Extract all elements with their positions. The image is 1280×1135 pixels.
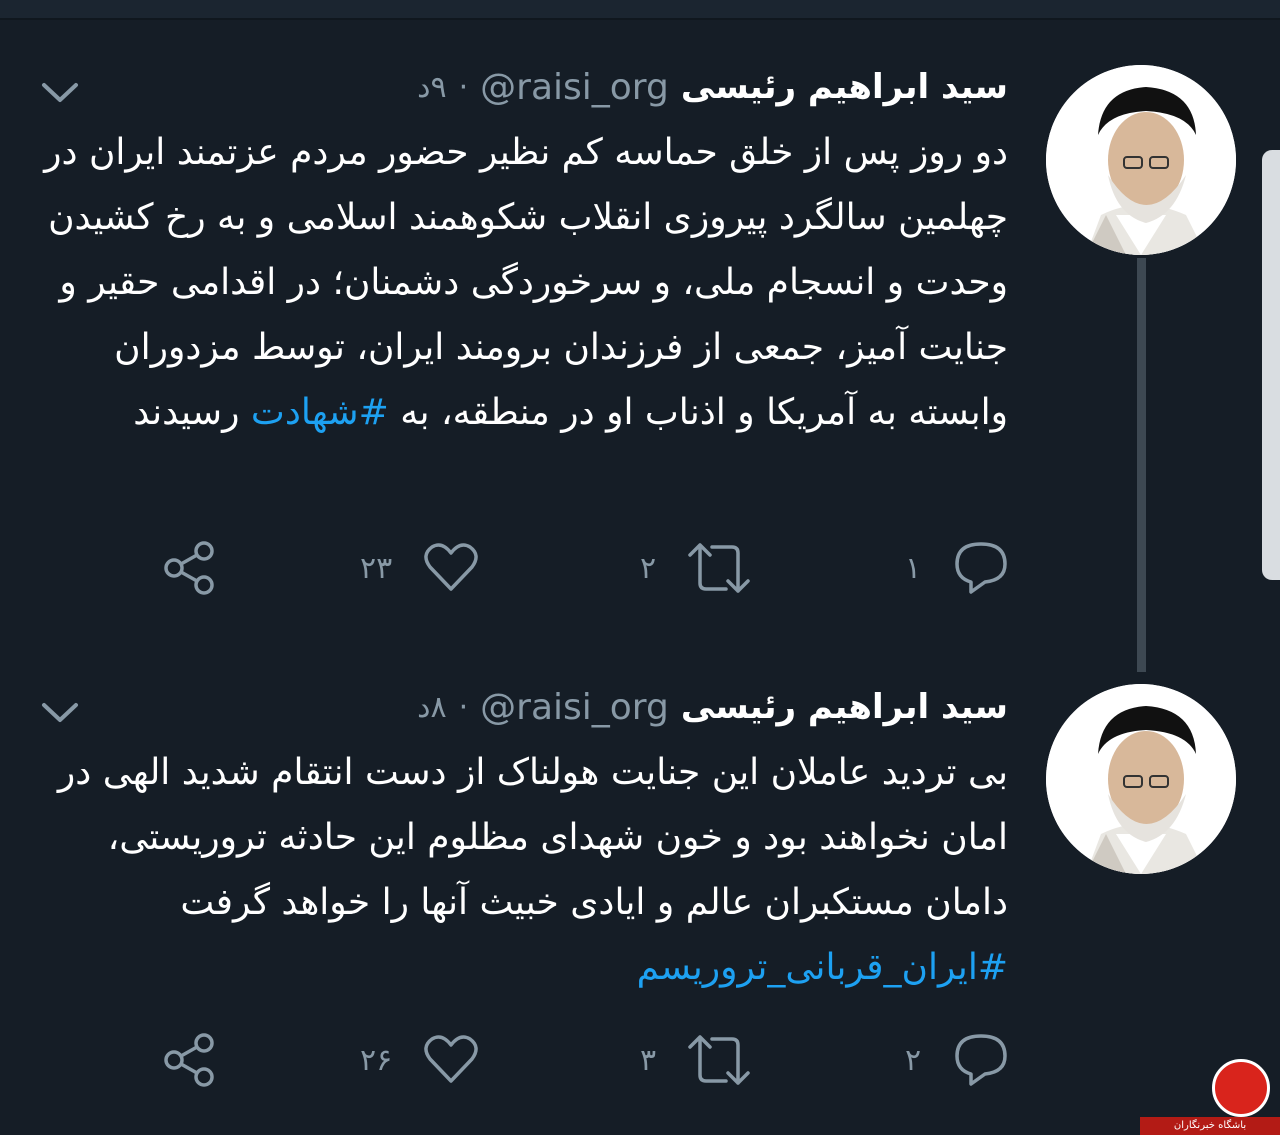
reply-button[interactable]: ۱ [905, 538, 1011, 598]
avatar-portrait-image [1046, 684, 1236, 874]
share-icon [164, 541, 214, 595]
retweet-count: ۳ [640, 1042, 657, 1078]
chevron-down-icon[interactable] [40, 78, 80, 108]
user-handle[interactable]: @raisi_org [480, 67, 669, 108]
like-button[interactable]: ۲۶ [360, 1030, 480, 1090]
avatar[interactable] [1046, 65, 1236, 255]
reply-icon [955, 542, 1007, 594]
share-icon [164, 1033, 214, 1087]
reply-count: ۱ [905, 550, 922, 586]
hashtag-link[interactable]: #ایران_قربانی_تروریسم [637, 947, 1008, 988]
watermark-logo: باشگاه خبرنگاران [1140, 1059, 1280, 1135]
tweet-text-end: رسیدند [133, 392, 240, 433]
heart-icon [424, 1035, 478, 1083]
like-count: ۲۶ [360, 1042, 393, 1078]
hashtag-link[interactable]: #شهادت [251, 392, 389, 433]
user-handle[interactable]: @raisi_org [480, 687, 669, 728]
tweet-header: سید ابراهیم رئیسی @raisi_org · ۹د [417, 62, 1008, 112]
reply-icon [955, 1034, 1007, 1086]
reply-count: ۲ [905, 1042, 922, 1078]
separator-dot: · [458, 69, 469, 105]
tweet-text-content: بی تردید عاملان این جنایت هولناک از دست … [57, 752, 1008, 923]
share-button[interactable] [160, 1030, 220, 1090]
tweet-text-content: دو روز پس از خلق حماسه کم نظیر حضور مردم… [44, 132, 1008, 433]
watermark-text: باشگاه خبرنگاران [1140, 1117, 1280, 1135]
tweet-timestamp[interactable]: ۹د [417, 70, 446, 105]
chevron-down-icon[interactable] [40, 698, 80, 728]
like-button[interactable]: ۲۳ [360, 538, 480, 598]
retweet-count: ۲ [640, 550, 657, 586]
retweet-button[interactable]: ۳ [640, 1030, 752, 1090]
thread-connector-line [1137, 258, 1146, 672]
tweet-actions: ۲۶ ۳ ۲ [160, 1030, 1010, 1090]
display-name[interactable]: سید ابراهیم رئیسی [681, 687, 1008, 727]
watermark-badge-icon [1212, 1059, 1270, 1117]
like-count: ۲۳ [360, 550, 393, 586]
tweet-text: دو روز پس از خلق حماسه کم نظیر حضور مردم… [38, 120, 1008, 445]
separator-dot: · [458, 689, 469, 725]
avatar-portrait-image [1046, 65, 1236, 255]
reply-button[interactable]: ۲ [905, 1030, 1011, 1090]
top-app-bar [0, 0, 1280, 20]
retweet-icon [688, 543, 750, 593]
retweet-icon [688, 1035, 750, 1085]
tweet-text: بی تردید عاملان این جنایت هولناک از دست … [38, 740, 1008, 1000]
tweet-header: سید ابراهیم رئیسی @raisi_org · ۸د [417, 682, 1008, 732]
avatar[interactable] [1046, 684, 1236, 874]
scrollbar[interactable] [1262, 150, 1280, 580]
retweet-button[interactable]: ۲ [640, 538, 752, 598]
tweet-actions: ۲۳ ۲ ۱ [160, 538, 1010, 598]
tweet-timestamp[interactable]: ۸د [417, 690, 446, 725]
share-button[interactable] [160, 538, 220, 598]
display-name[interactable]: سید ابراهیم رئیسی [681, 67, 1008, 107]
heart-icon [424, 543, 478, 591]
